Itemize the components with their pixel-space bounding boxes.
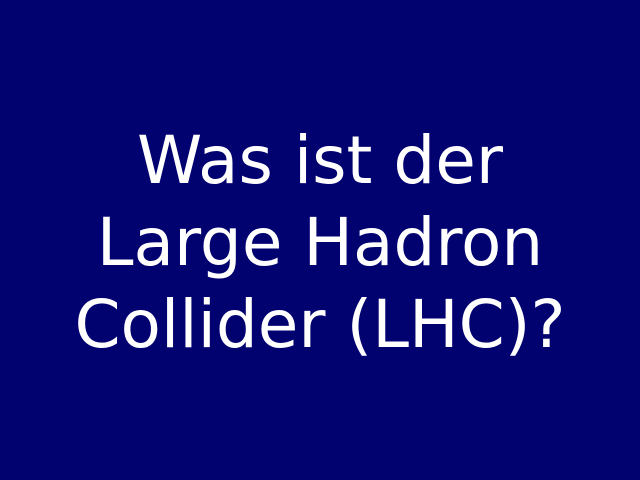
question-line-2: Large Hadron (96, 204, 544, 281)
quiz-slide: Was ist der Large Hadron Collider (LHC)? (0, 0, 640, 480)
question-text: Was ist der Large Hadron Collider (LHC)? (0, 120, 640, 366)
question-line-1: Was ist der (136, 122, 504, 199)
question-line-3: Collider (LHC)? (74, 286, 566, 363)
